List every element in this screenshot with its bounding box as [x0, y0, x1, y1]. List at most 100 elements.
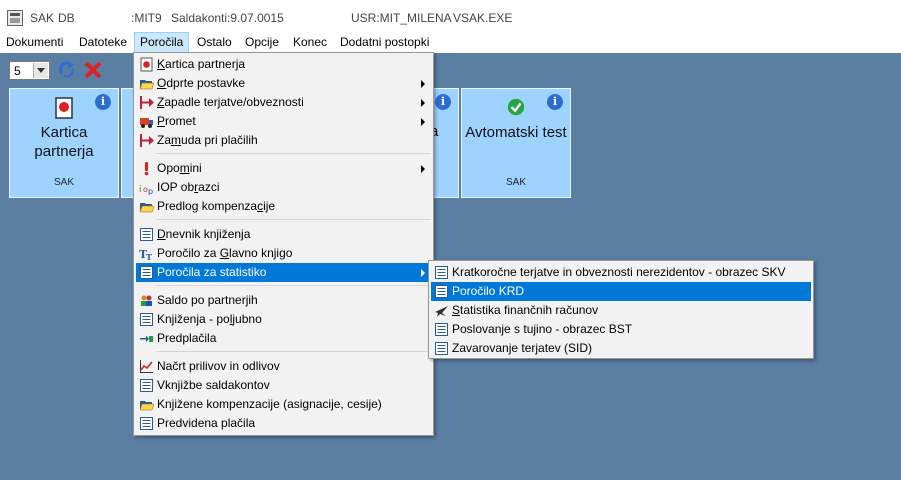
- menu-item-label: Zavarovanje terjatev (SID): [452, 341, 593, 355]
- menu-item-bst[interactable]: Poslovanje s tujino - obrazec BST: [431, 320, 811, 339]
- menu-item-predplacila[interactable]: Predplačila: [136, 329, 431, 348]
- menu-item-iop-obrazci[interactable]: i o p IOP obrazci: [136, 178, 431, 197]
- arrow-right-icon: [140, 96, 154, 109]
- menu-item-porocila-za-statistiko[interactable]: Poročila za statistiko: [136, 263, 431, 282]
- menu-item-predlog-kompenzacije[interactable]: Predlog kompenzacije: [136, 197, 431, 216]
- title-app: SAK: [30, 11, 55, 25]
- exclamation-icon: [144, 162, 149, 176]
- chevron-down-icon[interactable]: [33, 63, 48, 78]
- menu-item-label: Poročilo za Glavno knjigo: [157, 246, 293, 260]
- tile-subtitle: SAK: [505, 177, 526, 188]
- svg-text:T: T: [146, 252, 152, 261]
- info-icon[interactable]: i: [547, 94, 563, 110]
- menu-item-promet[interactable]: Promet: [136, 112, 431, 131]
- document-list-icon: [140, 379, 153, 392]
- menu-item-label: Poslovanje s tujino - obrazec BST: [452, 322, 633, 336]
- transfer-icon: [140, 335, 153, 342]
- menu-ostalo[interactable]: Ostalo: [192, 32, 237, 53]
- menu-item-knjizenja-poljubno[interactable]: Knjiženja - poljubno: [136, 310, 431, 329]
- menu-item-label: IOP obrazci: [157, 180, 220, 194]
- arrow-right-icon: [140, 134, 154, 147]
- menu-item-porocilo-glavno-knjigo[interactable]: T T Poročilo za Glavno knjigo: [136, 244, 431, 263]
- tile-count-select[interactable]: 5: [9, 61, 50, 80]
- truck-icon: [140, 118, 153, 128]
- submenu-arrow-icon: [421, 165, 425, 173]
- porocila-dropdown: Kartica partnerja Odprte postavke Zapadle …: [133, 52, 434, 436]
- document-list-icon: [435, 285, 448, 298]
- tile-subtitle: SAK: [53, 177, 74, 188]
- menu-item-zamuda-pri-placilih[interactable]: Zamuda pri plačilih: [136, 131, 431, 150]
- svg-text:i: i: [139, 185, 142, 195]
- document-list-icon: [435, 323, 448, 336]
- document-list-icon: [140, 266, 153, 279]
- submenu-arrow-icon: [421, 99, 425, 107]
- document-list-icon: [140, 417, 153, 430]
- menu-separator: [156, 285, 431, 286]
- menu-item-label: Vknjižbe saldakontov: [157, 378, 270, 392]
- document-list-icon: [140, 228, 153, 241]
- menu-item-label: Predvidena plačila: [157, 416, 256, 430]
- menu-item-skv[interactable]: Kratkoročne terjatve in obveznosti nerez…: [431, 263, 811, 282]
- card-icon: [140, 57, 153, 72]
- document-list-icon: [435, 266, 448, 279]
- menu-item-porocilo-krd[interactable]: Poročilo KRD: [431, 282, 811, 301]
- plane-icon: [435, 306, 448, 317]
- title-usr: USR:MIT_MILENA: [351, 11, 452, 25]
- svg-text:p: p: [148, 187, 153, 195]
- folder-open-icon: [139, 80, 154, 90]
- menu-item-label: Odprte postavke: [157, 76, 246, 90]
- tile-title: Avtomatski test: [465, 124, 567, 141]
- delete-icon[interactable]: [83, 60, 103, 80]
- title-saldakonti: Saldakonti:9.07.0015: [171, 11, 284, 25]
- menu-item-label: Knjižene kompenzacije (asignacije, cesij…: [157, 397, 382, 411]
- menu-porocila[interactable]: Poročila: [134, 32, 190, 53]
- title-bar: SAK DB :MIT9 Saldakonti:9.07.0015 USR:MI…: [0, 4, 901, 32]
- menu-item-label: Promet: [157, 114, 196, 128]
- menu-opcije[interactable]: Opcije: [240, 32, 284, 53]
- tile-kartica-partnerja[interactable]: i Kartica partnerja SAK: [9, 88, 119, 198]
- tile-count-value: 5: [14, 64, 21, 78]
- menu-dodatni-postopki[interactable]: Dodatni postopki: [335, 32, 434, 53]
- info-icon[interactable]: i: [95, 94, 111, 110]
- menu-item-label: Predplačila: [157, 331, 217, 345]
- menu-item-odprte-postavke[interactable]: Odprte postavke: [136, 74, 431, 93]
- menu-item-zapadle-terjatve[interactable]: Zapadle terjatve/obveznosti: [136, 93, 431, 112]
- menu-item-predvidena-placila[interactable]: Predvidena plačila: [136, 414, 431, 433]
- menu-dokumenti[interactable]: Dokumenti: [1, 32, 68, 53]
- title-exe: VSAK.EXE: [453, 11, 513, 25]
- menu-item-nacrt-prilivov[interactable]: Načrt prilivov in odlivov: [136, 357, 431, 376]
- menu-datoteke[interactable]: Datoteke: [74, 32, 132, 53]
- tile-title: Kartica partnerja: [34, 124, 94, 160]
- menu-item-label: Saldo po partnerjih: [157, 293, 258, 307]
- document-list-icon: [435, 342, 448, 355]
- menu-separator: [156, 219, 431, 220]
- menu-item-knjizene-kompenzacije[interactable]: Knjižene kompenzacije (asignacije, cesij…: [136, 395, 431, 414]
- folder-open-icon: [139, 401, 154, 411]
- title-db: DB: [58, 11, 75, 25]
- menu-konec[interactable]: Konec: [288, 32, 332, 53]
- card-icon: [55, 97, 73, 119]
- menu-item-statistika-financnih-racunov[interactable]: Statistika finančnih računov: [431, 301, 811, 320]
- tile-avtomatski-test[interactable]: i Avtomatski test SAK: [461, 88, 571, 198]
- menu-item-label: Načrt prilivov in odlivov: [157, 359, 280, 373]
- people-icon: [141, 295, 152, 306]
- menu-item-label: Dnevnik knjiženja: [157, 227, 251, 241]
- menu-item-sid[interactable]: Zavarovanje terjatev (SID): [431, 339, 811, 358]
- menu-separator: [156, 153, 431, 154]
- menu-item-label: Kratkoročne terjatve in obveznosti nerez…: [452, 265, 786, 279]
- menu-item-label: Kartica partnerja: [157, 57, 246, 71]
- menu-item-vknjizbe-saldakontov[interactable]: Vknjižbe saldakontov: [136, 376, 431, 395]
- iop-icon: iop: [139, 185, 153, 195]
- menu-item-label: Opomini: [157, 161, 202, 175]
- menu-item-label: Knjiženja - poljubno: [157, 312, 262, 326]
- menu-item-opomini[interactable]: Opomini: [136, 159, 431, 178]
- menu-item-label: Poročila za statistiko: [157, 265, 267, 279]
- menu-item-dnevnik-knjizenja[interactable]: Dnevnik knjiženja: [136, 225, 431, 244]
- menu-item-label: Poročilo KRD: [452, 284, 525, 298]
- menu-item-saldo-po-partnerjih[interactable]: Saldo po partnerjih: [136, 291, 431, 310]
- menu-bar: Dokumenti Datoteke Poročila Ostalo Opcij…: [0, 32, 901, 53]
- refresh-icon[interactable]: [57, 60, 77, 80]
- menu-item-kartica-partnerja[interactable]: Kartica partnerja: [136, 55, 431, 74]
- document-list-icon: [140, 313, 153, 326]
- info-icon[interactable]: i: [435, 94, 451, 110]
